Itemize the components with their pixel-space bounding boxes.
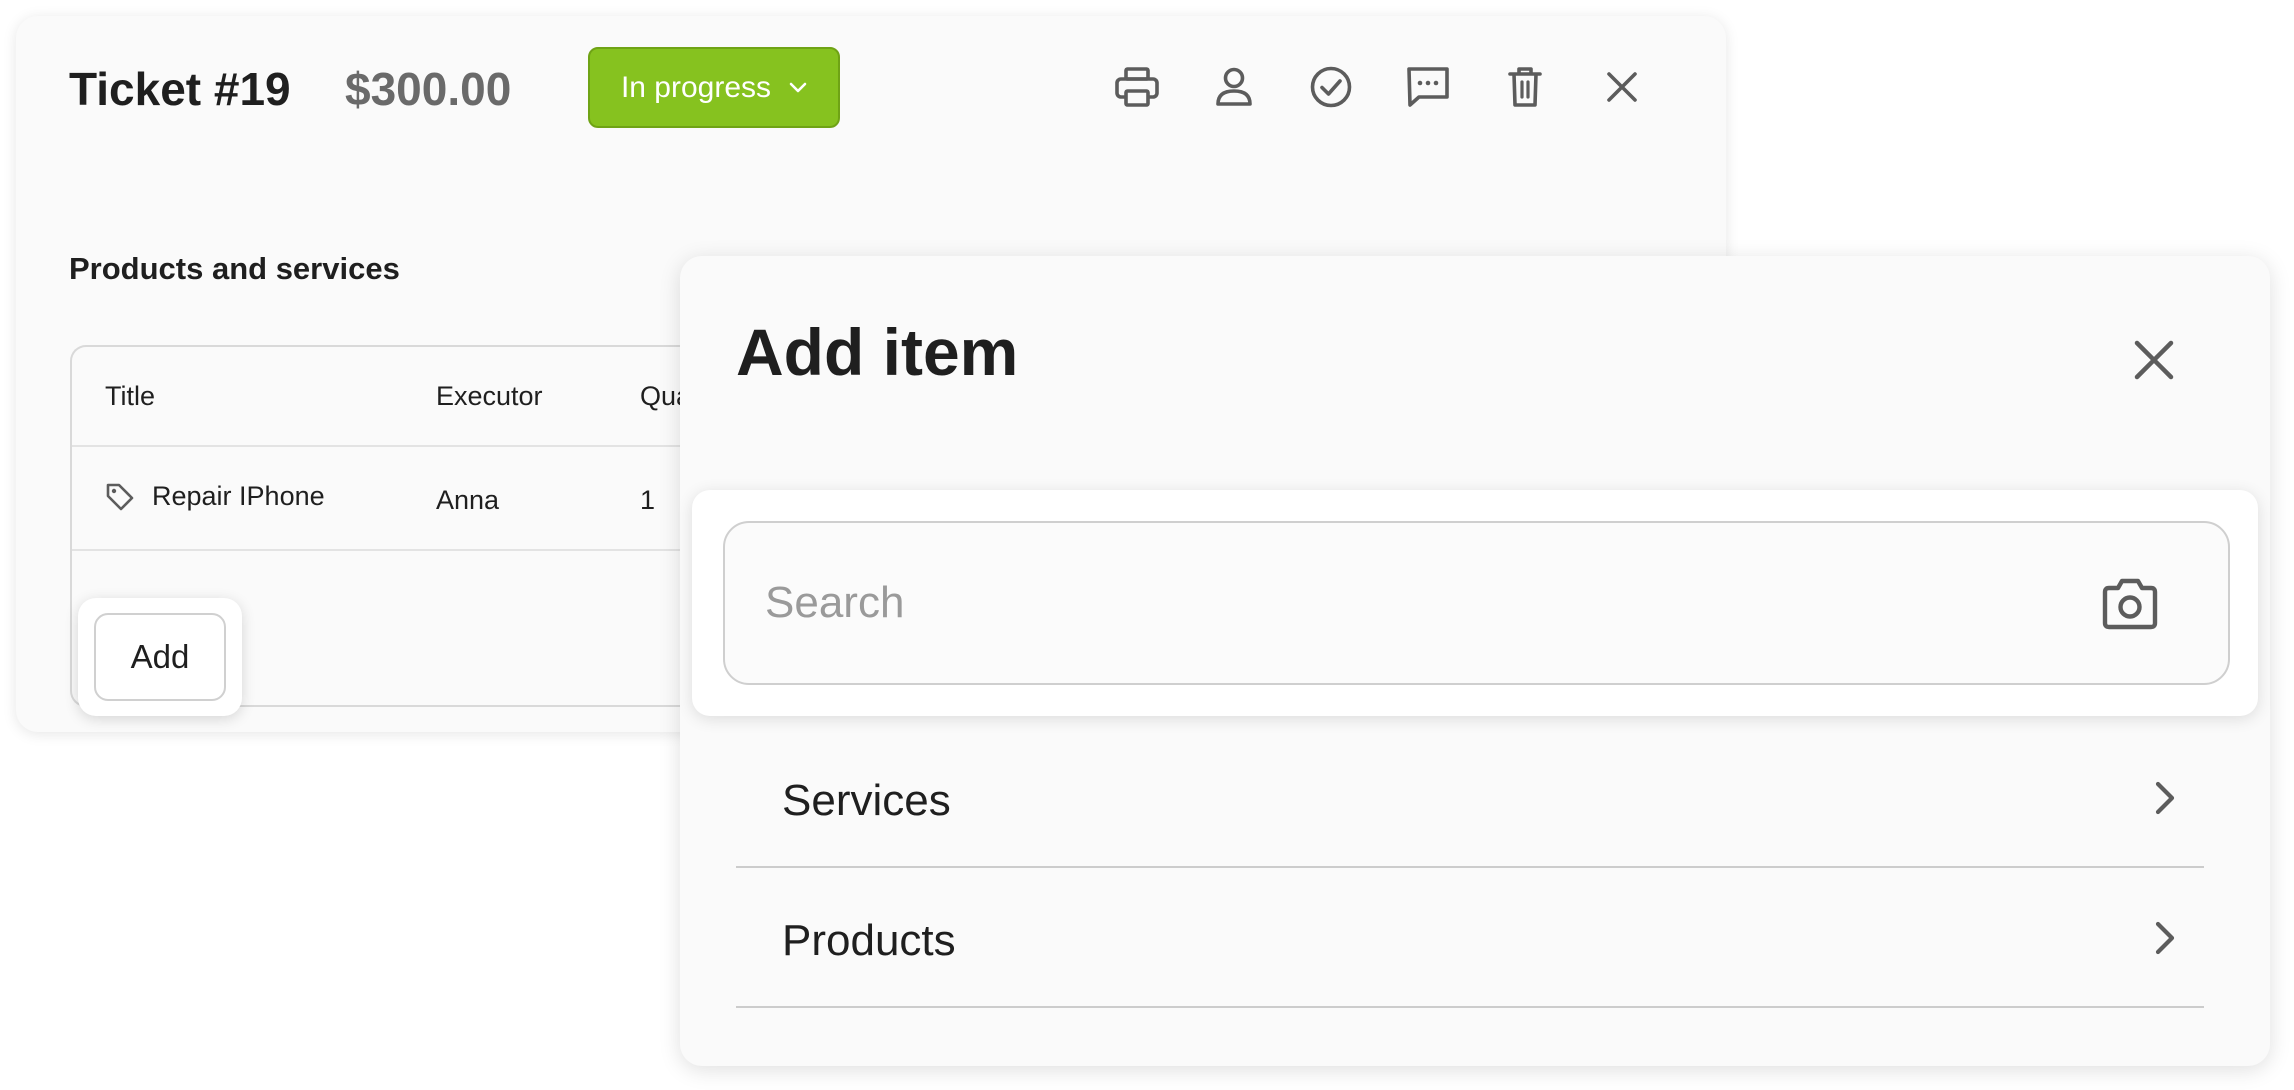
list-item-label: Products [782, 916, 956, 965]
search-field[interactable] [723, 521, 2230, 685]
modal-title: Add item [736, 315, 1019, 389]
list-item-label: Services [782, 776, 951, 825]
chevron-right-icon [2142, 776, 2186, 820]
user-icon [1214, 66, 1254, 108]
close-icon [1605, 70, 1639, 104]
list-item-products[interactable]: Products [736, 868, 2204, 1008]
row-title: Repair IPhone [152, 481, 325, 511]
delete-button[interactable] [1496, 58, 1554, 116]
comment-icon [1405, 65, 1451, 109]
status-label: In progress [620, 70, 772, 104]
search-input[interactable] [763, 563, 2063, 643]
camera-icon [2100, 577, 2160, 631]
list-item-services[interactable]: Services [736, 728, 2204, 868]
complete-button[interactable] [1302, 58, 1360, 116]
status-dropdown-button[interactable]: In progress [588, 47, 840, 128]
column-header-executor: Executor [436, 381, 543, 411]
modal-close-button[interactable] [2116, 322, 2192, 398]
add-button-wrapper: Add [78, 598, 242, 716]
search-panel [692, 490, 2258, 716]
check-circle-icon [1309, 65, 1353, 109]
close-icon [2132, 338, 2176, 382]
camera-scan-button[interactable] [2095, 569, 2165, 639]
chevron-right-icon [2142, 916, 2186, 960]
ticket-amount: $300.00 [345, 63, 512, 115]
print-icon [1114, 66, 1160, 108]
add-item-modal: Add item Services Products [680, 256, 2270, 1066]
row-quantity: 1 [640, 485, 656, 515]
add-button[interactable]: Add [94, 613, 226, 701]
chevron-down-icon [789, 82, 807, 94]
tag-icon [105, 482, 135, 512]
comment-button[interactable] [1399, 58, 1457, 116]
section-heading: Products and services [69, 251, 400, 286]
assign-user-button[interactable] [1205, 58, 1263, 116]
trash-icon [1507, 65, 1543, 109]
column-header-title: Title [105, 381, 156, 411]
print-button[interactable] [1108, 58, 1166, 116]
ticket-title: Ticket #19 [69, 63, 291, 115]
close-ticket-button[interactable] [1593, 58, 1651, 116]
row-executor: Anna [436, 485, 500, 515]
